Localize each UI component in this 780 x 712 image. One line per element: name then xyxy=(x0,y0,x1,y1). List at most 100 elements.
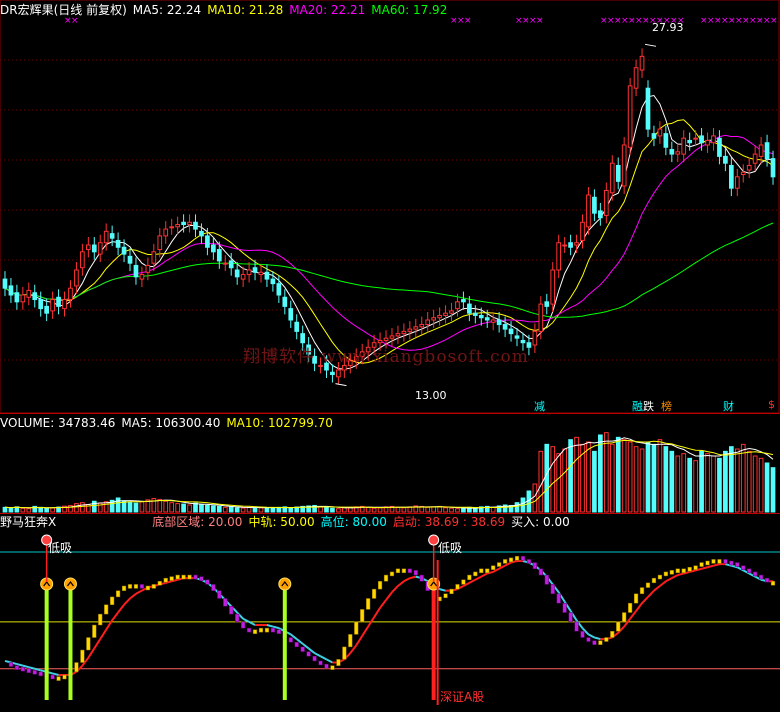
fast-block-45 xyxy=(270,627,275,633)
slow-line-seg-65 xyxy=(385,591,393,601)
fast-block-79 xyxy=(473,571,478,577)
fast-block-55 xyxy=(330,665,335,670)
volume-bar-15 xyxy=(91,500,97,513)
limit-marker-4: × xyxy=(770,16,778,26)
slow-line-seg-108 xyxy=(641,596,649,604)
high-pointer xyxy=(644,43,657,47)
volume-bar-93 xyxy=(556,453,562,513)
fast-block-105 xyxy=(628,602,633,613)
ma60-line xyxy=(4,222,774,318)
volume-bar-126 xyxy=(752,455,758,513)
volume-bar-92 xyxy=(550,446,556,513)
volume-bar-113 xyxy=(675,455,681,513)
volume-ma5-readout: MA5: 106300.40 xyxy=(121,416,221,430)
fast-block-48 xyxy=(288,637,293,643)
volume-bar-44 xyxy=(264,507,270,513)
fast-block-65 xyxy=(389,571,395,577)
candle-body-33 xyxy=(199,230,204,237)
candle-body-38 xyxy=(228,260,234,269)
volume-bar-41 xyxy=(246,506,252,513)
volume-bar-1 xyxy=(8,507,14,513)
candle-body-4 xyxy=(26,289,32,298)
candle-body-24 xyxy=(145,264,151,273)
candle-body-67 xyxy=(401,330,407,335)
candle-body-8 xyxy=(50,299,55,312)
volume-bar-94 xyxy=(562,448,567,513)
fast-block-87 xyxy=(520,556,526,561)
ma10-readout: MA10: 21.28 xyxy=(207,3,284,17)
fast-block-61 xyxy=(366,598,371,610)
volume-bar-108 xyxy=(645,441,651,513)
fast-block-80 xyxy=(479,568,484,574)
volume-bar-34 xyxy=(205,504,210,513)
candle-body-86 xyxy=(514,335,520,339)
slow-line-seg-79 xyxy=(468,578,476,584)
event-tag-die[interactable]: 跌 xyxy=(643,398,654,414)
candle-body-75 xyxy=(449,310,454,314)
candle-body-1 xyxy=(8,285,14,296)
slow-line-seg-112 xyxy=(665,577,673,583)
event-tag-rong[interactable]: 融 xyxy=(632,398,643,414)
fast-block-120 xyxy=(717,559,722,564)
volume-bar-38 xyxy=(228,506,234,513)
buy-signal-bar-2 xyxy=(282,586,287,700)
buy-signal-badge-1 xyxy=(63,577,77,591)
fast-block-99 xyxy=(592,640,597,645)
candle-body-81 xyxy=(484,317,490,321)
limit-marker-0: × xyxy=(71,16,79,26)
candle-body-99 xyxy=(592,196,597,214)
candle-body-10 xyxy=(62,299,67,310)
fast-block-124 xyxy=(741,565,746,570)
fast-block-28 xyxy=(169,576,174,581)
candle-body-28 xyxy=(169,226,175,229)
volume-bar-103 xyxy=(615,436,621,513)
volume-bar-119 xyxy=(711,455,716,513)
volume-bar-35 xyxy=(211,505,216,513)
event-tag-cai[interactable]: 财 xyxy=(723,398,734,414)
candle-body-64 xyxy=(383,337,389,341)
fast-block-122 xyxy=(729,560,734,566)
chart-stage[interactable]: × × × × × × × × × × × × × × × × × × × × × × × × × × × × × × × × DR宏辉果(日… xyxy=(0,0,780,708)
volume-header: VOLUME: 34783.46 MA5: 106300.40 MA10: 1027… xyxy=(0,416,339,430)
volume-bar-13 xyxy=(80,502,85,513)
candle-body-21 xyxy=(127,255,133,264)
candle-body-102 xyxy=(609,162,615,194)
event-tag-bang[interactable]: 榜 xyxy=(661,398,672,414)
candle-body-25 xyxy=(151,251,157,264)
slow-line-seg-63 xyxy=(373,607,381,618)
event-tag-jian[interactable]: 减 xyxy=(534,398,545,414)
buy-signal-badge-2 xyxy=(278,577,292,591)
candle-body-22 xyxy=(133,264,139,278)
ma60-readout: MA60: 17.92 xyxy=(371,3,448,17)
volume-bar-120 xyxy=(717,457,722,513)
stock-title: DR宏辉果(日线 前复权) xyxy=(0,3,127,17)
fast-block-43 xyxy=(258,627,264,633)
low-buy-label-2: 低吸 xyxy=(438,541,463,555)
fast-block-83 xyxy=(497,562,502,567)
fast-block-78 xyxy=(467,574,472,580)
slow-line-seg-114 xyxy=(677,572,684,577)
candle-body-29 xyxy=(175,224,180,228)
fast-block-88 xyxy=(526,559,532,564)
volume-bar-4 xyxy=(26,508,32,513)
candle-body-37 xyxy=(222,262,228,265)
slow-line-seg-54 xyxy=(320,655,327,661)
candle-body-11 xyxy=(68,287,73,301)
fast-block-56 xyxy=(336,659,341,666)
candle-body-13 xyxy=(80,251,85,269)
param-high-zone: 高位: 80.00 xyxy=(320,515,387,529)
candle-body-122 xyxy=(729,164,734,189)
volume-bar-117 xyxy=(699,450,704,513)
fast-block-117 xyxy=(699,562,704,567)
event-tag-dollar[interactable]: $ xyxy=(768,398,775,411)
fast-block-34 xyxy=(205,579,210,585)
fast-block-22 xyxy=(133,584,139,589)
candle-body-92 xyxy=(550,269,556,305)
candle-body-0 xyxy=(2,278,8,289)
volume-bar-123 xyxy=(734,448,740,513)
candle-body-72 xyxy=(431,317,436,321)
fast-block-4 xyxy=(26,668,31,674)
fast-block-44 xyxy=(264,627,270,633)
volume-bar-77 xyxy=(461,507,466,513)
candle-body-30 xyxy=(181,221,186,226)
